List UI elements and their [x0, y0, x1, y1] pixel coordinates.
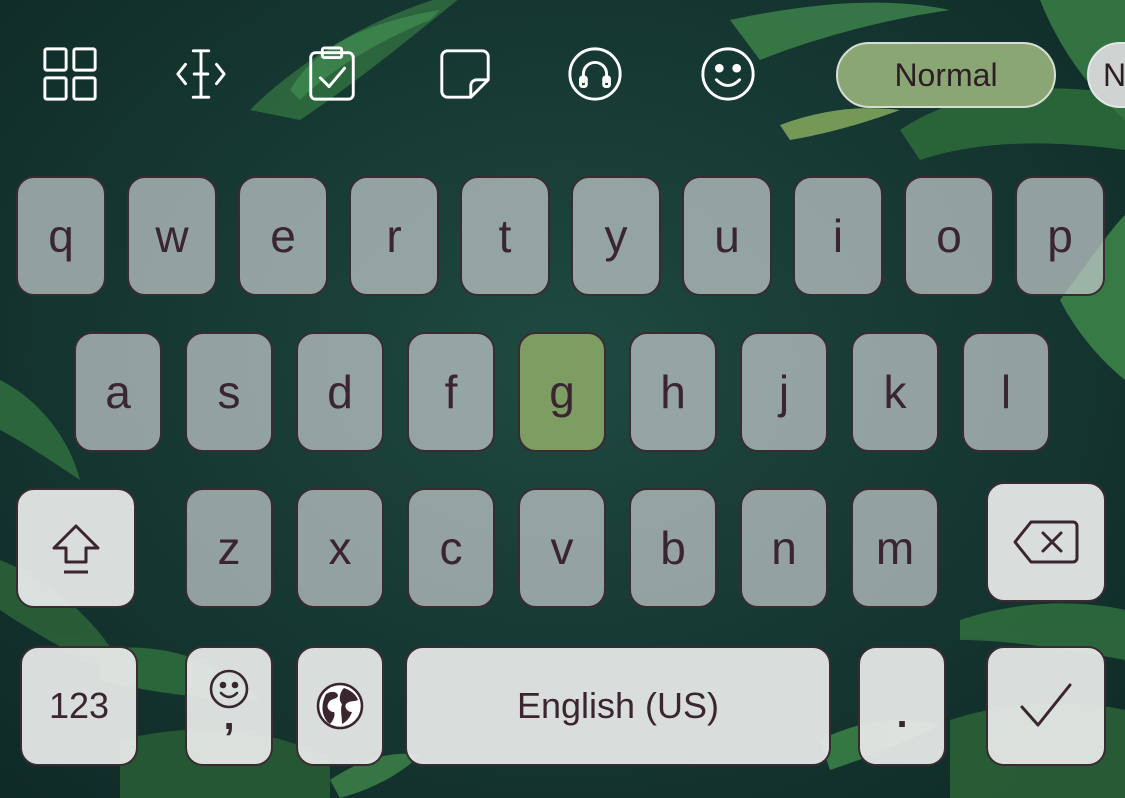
key-label: j	[778, 366, 790, 418]
key-label: .	[896, 692, 908, 736]
emoji-icon[interactable]	[698, 44, 758, 104]
key-label: b	[660, 522, 686, 574]
key-label: m	[875, 522, 915, 574]
key-g[interactable]: g	[518, 332, 606, 452]
key-z[interactable]: z	[185, 488, 273, 608]
key-s[interactable]: s	[185, 332, 273, 452]
key-label: p	[1047, 210, 1073, 262]
clipboard-icon[interactable]	[302, 44, 362, 104]
key-x[interactable]: x	[296, 488, 384, 608]
key-t[interactable]: t	[460, 176, 550, 296]
enter-key[interactable]	[986, 646, 1106, 766]
key-label: g	[549, 366, 575, 418]
backspace-key[interactable]	[986, 482, 1106, 602]
key-q[interactable]: q	[16, 176, 106, 296]
globe-icon	[316, 682, 364, 730]
shift-key[interactable]	[16, 488, 136, 608]
key-label: s	[217, 366, 241, 418]
shift-icon	[52, 524, 100, 574]
key-label: e	[270, 210, 296, 262]
key-label: r	[386, 210, 402, 262]
key-b[interactable]: b	[629, 488, 717, 608]
sticker-icon[interactable]	[435, 44, 495, 104]
key-label: a	[105, 366, 131, 418]
language-key[interactable]	[296, 646, 384, 766]
key-h[interactable]: h	[629, 332, 717, 452]
key-u[interactable]: u	[682, 176, 772, 296]
key-v[interactable]: v	[518, 488, 606, 608]
key-label: d	[327, 366, 353, 418]
key-c[interactable]: c	[407, 488, 495, 608]
key-label: o	[936, 210, 962, 262]
space-label: English (US)	[516, 685, 720, 726]
period-key[interactable]: .	[858, 646, 946, 766]
key-label: c	[439, 522, 463, 574]
key-a[interactable]: a	[74, 332, 162, 452]
checkmark-icon	[1020, 683, 1072, 727]
key-n[interactable]: n	[740, 488, 828, 608]
key-label: q	[48, 210, 74, 262]
numbers-key[interactable]: 123	[20, 646, 138, 766]
text-cursor-icon[interactable]	[171, 44, 231, 104]
key-y[interactable]: y	[571, 176, 661, 296]
key-i[interactable]: i	[793, 176, 883, 296]
key-k[interactable]: k	[851, 332, 939, 452]
key-m[interactable]: m	[851, 488, 939, 608]
key-label: l	[1000, 366, 1012, 418]
key-f[interactable]: f	[407, 332, 495, 452]
key-label: 123	[48, 685, 110, 726]
key-label: x	[328, 522, 352, 574]
grid-icon[interactable]	[40, 44, 100, 104]
key-label: k	[883, 366, 907, 418]
key-label: n	[771, 522, 797, 574]
key-e[interactable]: e	[238, 176, 328, 296]
headphones-icon[interactable]	[565, 44, 625, 104]
mode-normal-pill[interactable]: Normal	[836, 42, 1056, 108]
backspace-icon	[1013, 520, 1079, 564]
key-label: y	[604, 210, 628, 262]
key-label: w	[155, 210, 189, 262]
emoji-comma-key[interactable]: ,	[185, 646, 273, 766]
key-label: t	[498, 210, 512, 262]
key-label: f	[444, 366, 458, 418]
key-d[interactable]: d	[296, 332, 384, 452]
key-o[interactable]: o	[904, 176, 994, 296]
key-r[interactable]: r	[349, 176, 439, 296]
key-label: v	[550, 522, 574, 574]
mode-next-pill[interactable]: N	[1087, 42, 1125, 108]
key-j[interactable]: j	[740, 332, 828, 452]
key-label: ,	[223, 694, 235, 738]
space-key[interactable]: English (US)	[405, 646, 831, 766]
key-l[interactable]: l	[962, 332, 1050, 452]
keyboard-toolbar: Normal N	[0, 0, 1125, 150]
key-label: i	[832, 210, 844, 262]
key-label: h	[660, 366, 686, 418]
key-p[interactable]: p	[1015, 176, 1105, 296]
key-label: u	[714, 210, 740, 262]
key-w[interactable]: w	[127, 176, 217, 296]
key-label: z	[217, 522, 241, 574]
